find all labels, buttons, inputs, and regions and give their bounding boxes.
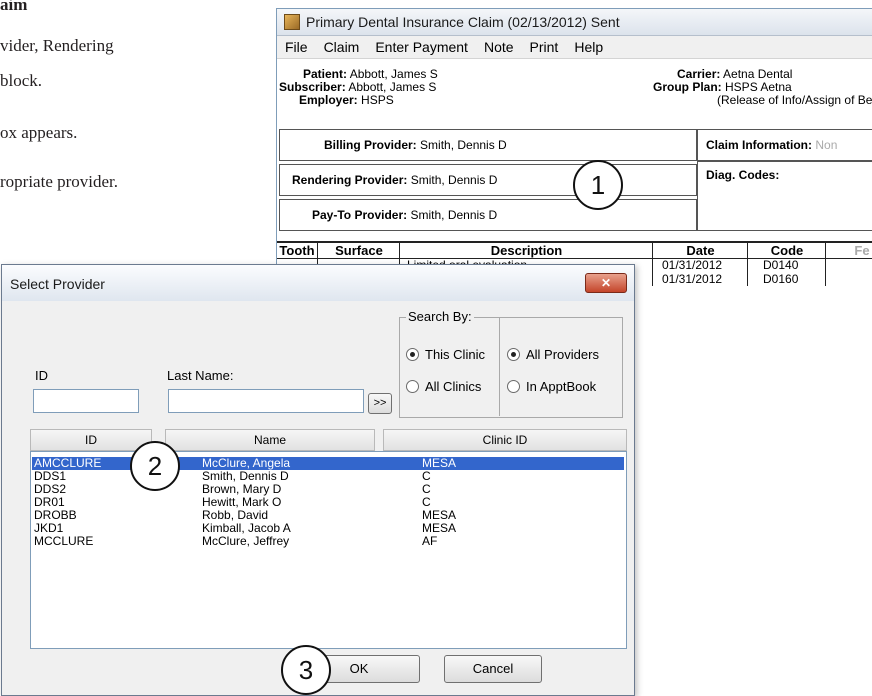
- doc-line: block.: [0, 71, 43, 90]
- employer-line: Employer: HSPS: [299, 93, 394, 107]
- last-name-search-input[interactable]: [168, 389, 364, 413]
- cancel-button[interactable]: Cancel: [444, 655, 542, 683]
- menu-enter-payment[interactable]: Enter Payment: [367, 39, 476, 55]
- menu-claim[interactable]: Claim: [316, 39, 368, 55]
- grid-col-surface: Surface: [317, 243, 400, 258]
- close-button[interactable]: ✕: [585, 273, 627, 293]
- diag-codes-box[interactable]: Diag. Codes:: [697, 161, 872, 231]
- menu-help[interactable]: Help: [566, 39, 611, 55]
- search-by-divider: [499, 317, 500, 416]
- billing-provider-box[interactable]: Billing Provider: Smith, Dennis D: [279, 129, 697, 161]
- list-item[interactable]: DDS2 Brown, Mary DC: [32, 483, 624, 496]
- list-item[interactable]: DROBB Robb, David MESA: [32, 509, 624, 522]
- release-text: (Release of Info/Assign of Be: [717, 93, 872, 107]
- id-label: ID: [35, 368, 48, 383]
- patient-line: Patient: Abbott, James S: [303, 67, 438, 81]
- grid-col-date: Date: [652, 243, 748, 258]
- list-item[interactable]: MCCLURE McClure, Jeffrey AF: [32, 535, 624, 548]
- list-item[interactable]: JKD1 Kimball, Jacob A MESA: [32, 522, 624, 535]
- list-item[interactable]: DR01 Hewitt, Mark OC: [32, 496, 624, 509]
- dialog-titlebar: Select Provider ✕: [2, 265, 634, 301]
- grid-col-fee: Fe: [825, 243, 872, 258]
- claim-title: Primary Dental Insurance Claim (02/13/20…: [306, 14, 620, 30]
- group-plan-line: Group Plan: HSPS Aetna: [653, 80, 792, 94]
- select-provider-dialog: Select Provider ✕ Search By: This Clinic…: [1, 264, 635, 696]
- search-by-group: [399, 317, 623, 418]
- radio-in-apptbook[interactable]: In ApptBook: [507, 379, 596, 394]
- rendering-provider-box[interactable]: Rendering Provider: Smith, Dennis D: [279, 164, 697, 196]
- doc-line: ropriate provider.: [0, 172, 119, 191]
- grid-col-code: Code: [747, 243, 826, 258]
- subscriber-line: Subscriber: Abbott, James S: [279, 80, 437, 94]
- menu-print[interactable]: Print: [522, 39, 567, 55]
- claim-information-box[interactable]: Claim Information: Non: [697, 129, 872, 161]
- radio-all-clinics[interactable]: All Clinics: [406, 379, 481, 394]
- doc-heading: aim: [0, 0, 28, 14]
- grid-col-description: Description: [399, 243, 653, 258]
- callout-2: 2: [130, 441, 180, 491]
- grid-col-tooth: Tooth: [279, 243, 315, 258]
- menu-file[interactable]: File: [277, 39, 316, 55]
- claim-titlebar: Primary Dental Insurance Claim (02/13/20…: [277, 9, 872, 36]
- search-by-label: Search By:: [406, 309, 474, 324]
- list-item[interactable]: AMCCLURE McClure, Angela MESA: [32, 457, 624, 470]
- doc-line: vider, Rendering: [0, 36, 114, 55]
- dialog-title: Select Provider: [10, 276, 105, 292]
- search-go-button[interactable]: >>: [368, 393, 392, 414]
- col-header-id[interactable]: ID: [30, 429, 152, 451]
- callout-3: 3: [281, 645, 331, 695]
- carrier-line: Carrier: Aetna Dental: [677, 67, 793, 81]
- provider-list[interactable]: AMCCLURE McClure, Angela MESA DDS1 Smith, D…: [30, 451, 627, 649]
- doc-line: ox appears.: [0, 123, 78, 142]
- list-item[interactable]: DDS1 Smith, Dennis DC: [32, 470, 624, 483]
- last-name-label: Last Name:: [167, 368, 234, 383]
- menu-note[interactable]: Note: [476, 39, 522, 55]
- col-header-name[interactable]: Name: [165, 429, 375, 451]
- col-header-clinic-id[interactable]: Clinic ID: [383, 429, 627, 451]
- radio-all-providers[interactable]: All Providers: [507, 347, 599, 362]
- pay-to-provider-box[interactable]: Pay-To Provider: Smith, Dennis D: [279, 199, 697, 231]
- claim-menubar: File Claim Enter Payment Note Print Help: [277, 36, 872, 59]
- procedure-grid-header: Tooth Surface Description Date Code Fe: [277, 241, 872, 259]
- callout-1: 1: [573, 160, 623, 210]
- radio-this-clinic[interactable]: This Clinic: [406, 347, 485, 362]
- claim-app-icon: [284, 14, 300, 30]
- id-search-input[interactable]: [33, 389, 139, 413]
